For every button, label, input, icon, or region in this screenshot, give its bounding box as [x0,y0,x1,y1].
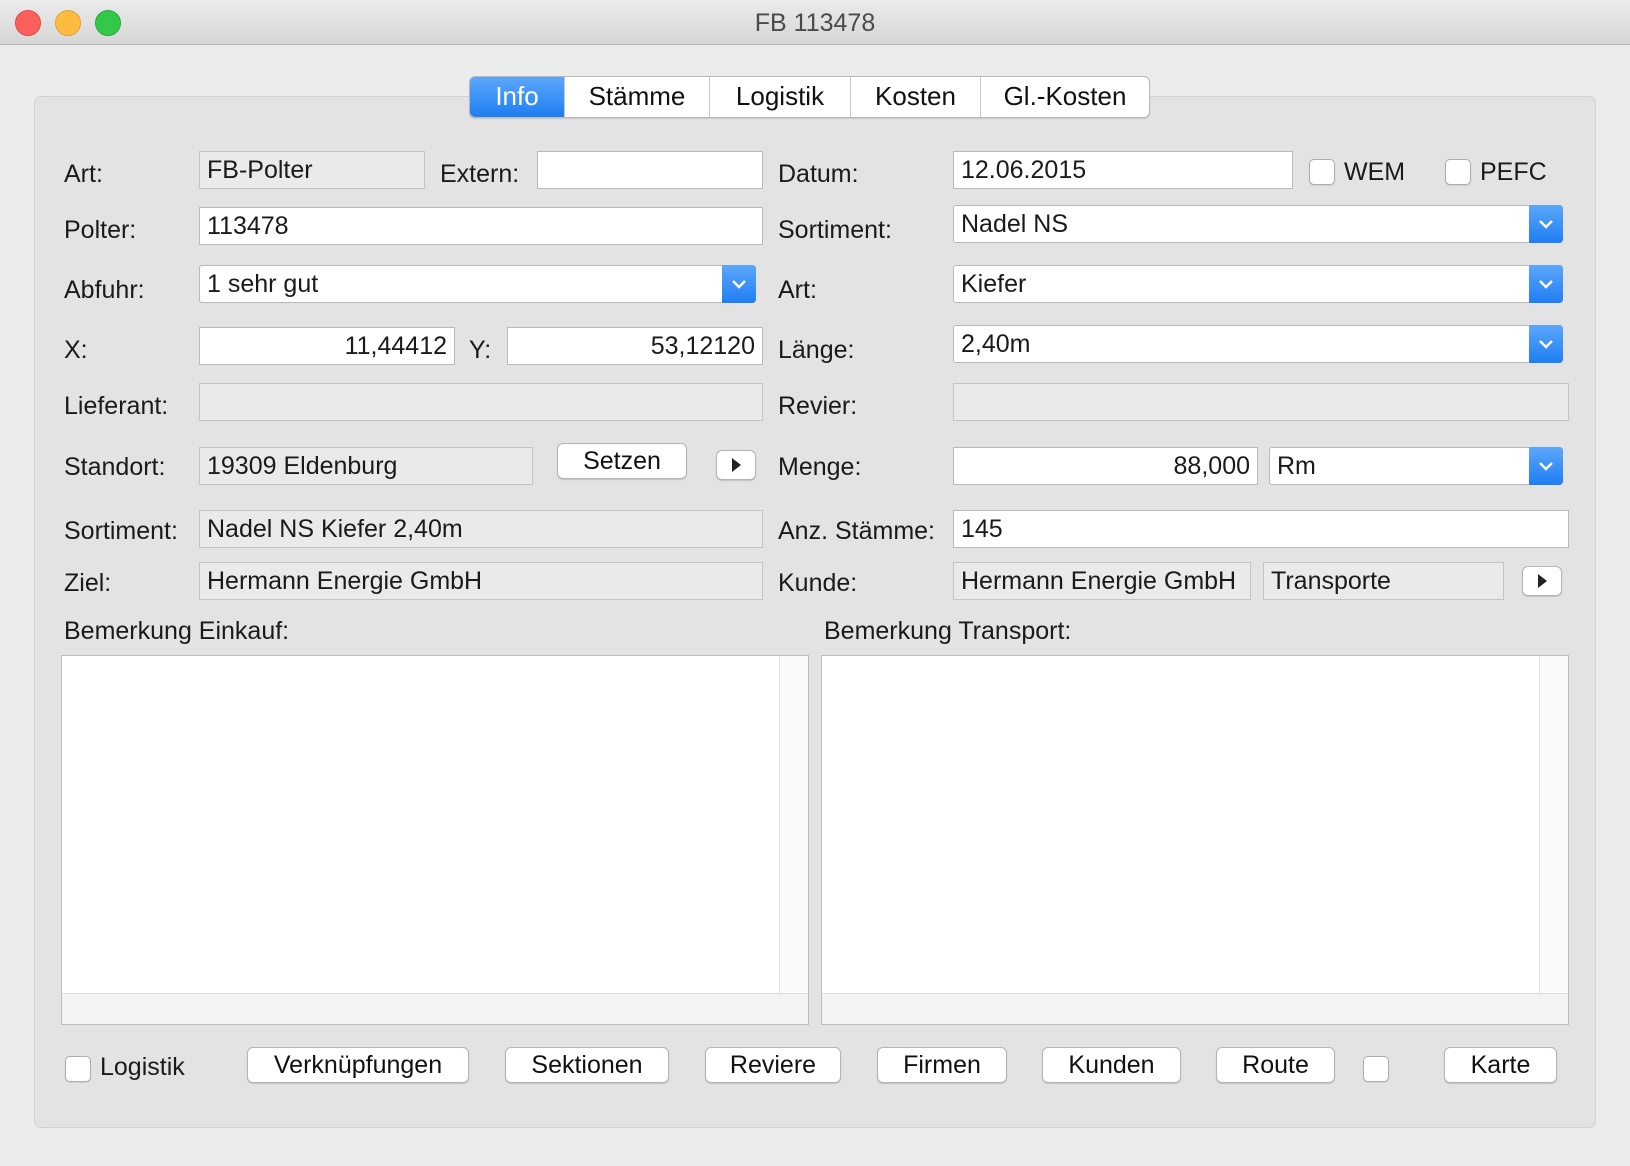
sortiment-select-value: Nadel NS [961,210,1068,238]
polter-label: Polter: [64,216,137,244]
horizontal-scrollbar[interactable] [822,993,1568,1024]
y-label: Y: [469,336,492,364]
chevron-down-icon[interactable] [1529,265,1563,303]
kunde-label: Kunde: [778,569,858,597]
anz-staemme-label: Anz. Stämme: [778,517,935,545]
firmen-button[interactable]: Firmen [877,1047,1007,1083]
setzen-button[interactable]: Setzen [557,443,687,479]
laenge-label: Länge: [778,336,855,364]
art-label: Art: [64,160,103,188]
kunde-field[interactable]: Hermann Energie GmbH [953,562,1251,600]
abfuhr-select[interactable]: 1 sehr gut [199,265,756,303]
art2-select-value: Kiefer [961,270,1027,298]
triangle-right-icon [1538,574,1547,588]
logistik-checkbox[interactable] [65,1056,91,1082]
tab-info[interactable]: Info [470,77,565,117]
art-field[interactable]: FB-Polter [199,151,425,189]
abfuhr-label: Abfuhr: [64,276,145,304]
chevron-down-icon[interactable] [1529,205,1563,243]
window-title: FB 113478 [754,9,876,37]
kunde-disclosure-button[interactable] [1522,566,1562,596]
y-field[interactable]: 53,12120 [507,327,763,365]
tab-bar: Info Stämme Logistik Kosten Gl.-Kosten [469,76,1150,118]
standort-label: Standort: [64,453,166,481]
standort-field[interactable]: 19309 Eldenburg [199,447,533,485]
tab-gl-kosten[interactable]: Gl.-Kosten [981,77,1149,117]
vertical-scrollbar[interactable] [779,656,808,994]
pefc-label: PEFC [1480,158,1547,186]
wem-label: WEM [1344,158,1406,186]
chevron-down-icon[interactable] [722,265,756,303]
revier-field[interactable] [953,383,1569,421]
revier-label: Revier: [778,392,858,420]
ziel-label: Ziel: [64,569,112,597]
menge-label: Menge: [778,453,862,481]
kunde-extra-field[interactable]: Transporte [1263,562,1504,600]
sortiment-select[interactable]: Nadel NS [953,205,1563,243]
verknuepfungen-button[interactable]: Verknüpfungen [247,1047,469,1083]
reviere-button[interactable]: Reviere [705,1047,841,1083]
anz-staemme-field[interactable]: 145 [953,510,1569,548]
sektionen-button[interactable]: Sektionen [505,1047,669,1083]
x-field[interactable]: 11,44412 [199,327,455,365]
karte-button[interactable]: Karte [1444,1047,1557,1083]
sortiment2-field[interactable]: Nadel NS Kiefer 2,40m [199,510,763,548]
pefc-checkbox[interactable] [1445,159,1471,185]
sortiment-label: Sortiment: [778,216,892,244]
bemerkung-transport-label: Bemerkung Transport: [824,617,1072,645]
tab-logistik[interactable]: Logistik [710,77,851,117]
triangle-right-icon [732,458,741,472]
tab-staemme[interactable]: Stämme [565,77,710,117]
menge-field[interactable]: 88,000 [953,447,1258,485]
vertical-scrollbar[interactable] [1539,656,1568,994]
tab-kosten[interactable]: Kosten [851,77,981,117]
polter-field[interactable]: 113478 [199,207,763,245]
abfuhr-select-value: 1 sehr gut [207,270,319,298]
chevron-down-icon[interactable] [1529,325,1563,363]
extern-label: Extern: [440,160,520,188]
chevron-down-icon[interactable] [1529,447,1563,485]
bemerkung-einkauf-label: Bemerkung Einkauf: [64,617,290,645]
route-option-checkbox[interactable] [1363,1056,1389,1082]
wem-checkbox[interactable] [1309,159,1335,185]
menge-unit-value: Rm [1277,452,1316,480]
logistik-checkbox-label: Logistik [100,1053,185,1081]
horizontal-scrollbar[interactable] [62,993,808,1024]
datum-label: Datum: [778,160,859,188]
standort-disclosure-button[interactable] [716,450,756,480]
laenge-select[interactable]: 2,40m [953,325,1563,363]
route-button[interactable]: Route [1216,1047,1335,1083]
ziel-field[interactable]: Hermann Energie GmbH [199,562,763,600]
kunden-button[interactable]: Kunden [1042,1047,1181,1083]
bemerkung-transport-textarea[interactable] [821,655,1569,1025]
x-label: X: [64,336,88,364]
art2-label: Art: [778,276,817,304]
lieferant-label: Lieferant: [64,392,169,420]
lieferant-field[interactable] [199,383,763,421]
art2-select[interactable]: Kiefer [953,265,1563,303]
laenge-select-value: 2,40m [961,330,1031,358]
menge-unit-select[interactable]: Rm [1269,447,1563,485]
extern-field[interactable] [537,151,763,189]
bemerkung-einkauf-textarea[interactable] [61,655,809,1025]
datum-field[interactable]: 12.06.2015 [953,151,1293,189]
title-bar: FB 113478 [0,0,1630,45]
sortiment2-label: Sortiment: [64,517,178,545]
